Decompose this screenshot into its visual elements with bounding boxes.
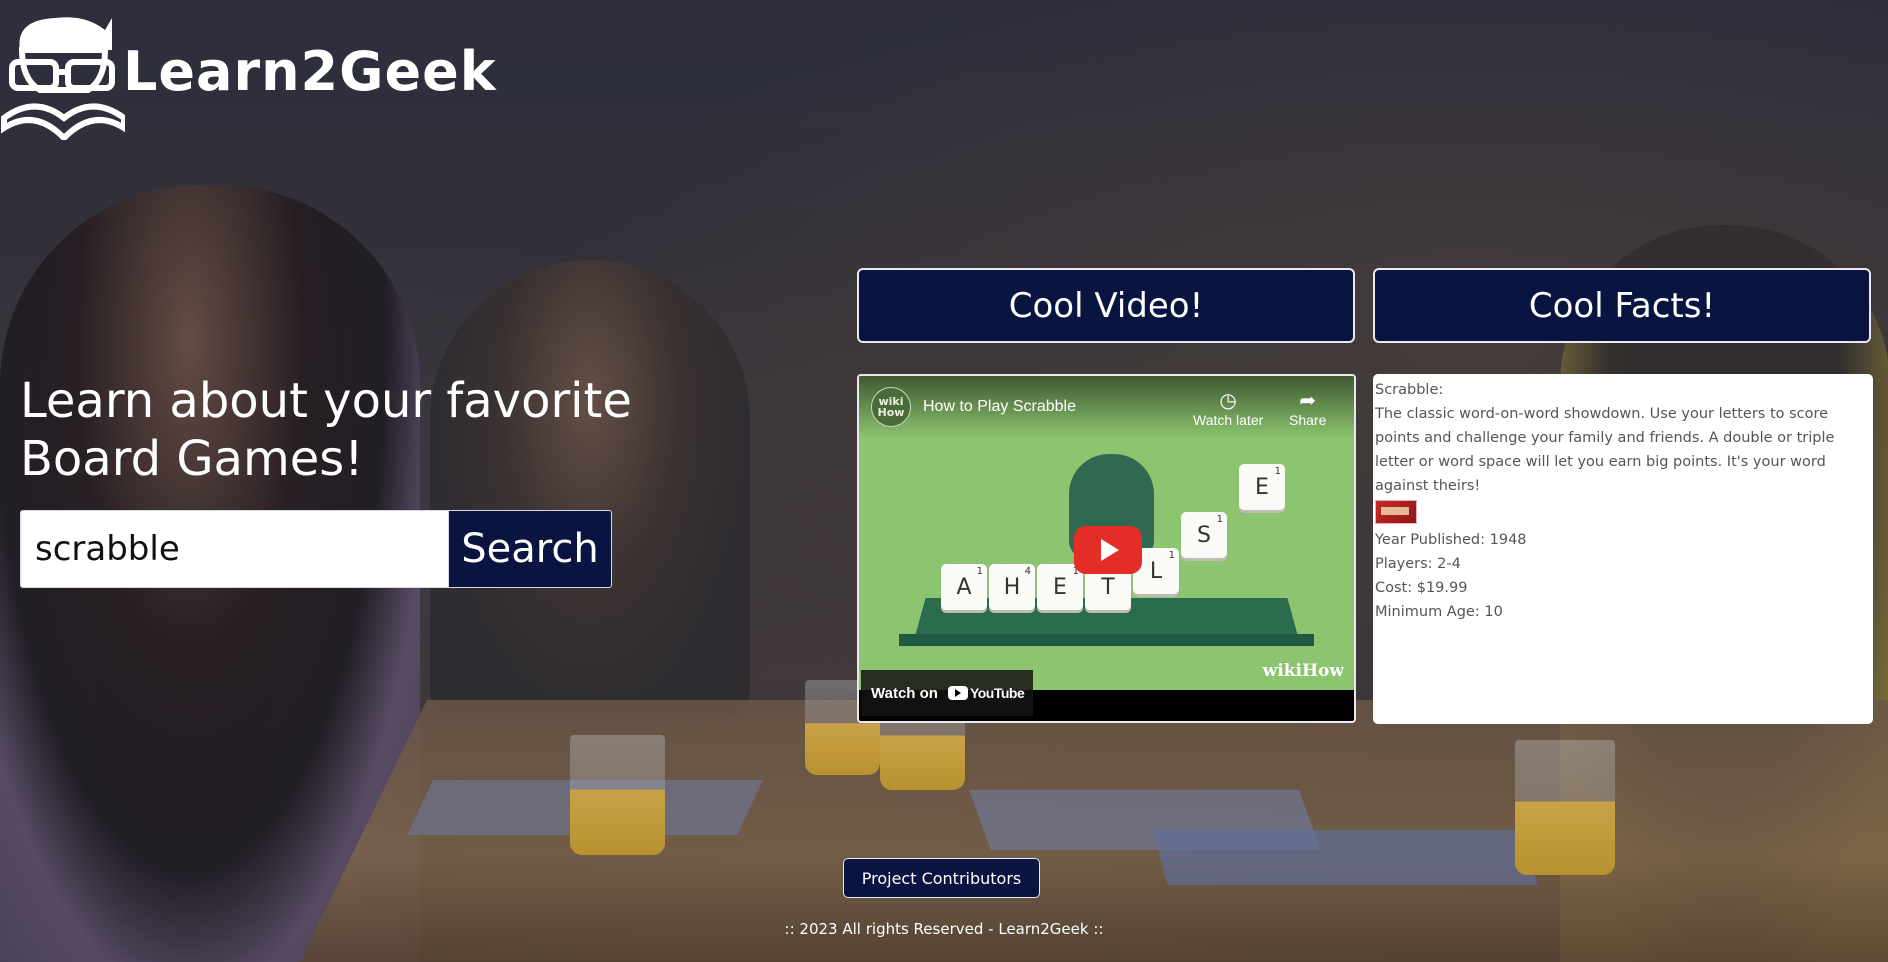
brand-name: Learn2Geek [123, 39, 497, 103]
background-game-board [1152, 830, 1538, 885]
youtube-logo-icon: YouTube [947, 685, 1025, 701]
tile-letter: T [1101, 574, 1115, 600]
share-label: Share [1289, 412, 1327, 428]
letter-tile: A1 [941, 564, 987, 610]
video-top-bar: wiki How How to Play Scrabble [859, 376, 1354, 438]
tile-rack-base [899, 634, 1314, 646]
tile-letter: E [1255, 474, 1269, 500]
tile-letter: E [1053, 574, 1067, 600]
play-icon [1101, 539, 1119, 561]
tile-score: 4 [1024, 566, 1031, 577]
wikihow-watermark: wikiHow [1262, 661, 1344, 681]
hero-title: Learn about your favorite Board Games! [20, 373, 632, 487]
letter-tile: E1 [1239, 464, 1285, 510]
play-button[interactable] [1074, 526, 1142, 574]
letter-tile: H4 [989, 564, 1035, 610]
project-contributors-button[interactable]: Project Contributors [843, 858, 1040, 898]
player-count: Players: 2-4 [1375, 556, 1461, 572]
site-logo[interactable]: Learn2Geek [0, 10, 497, 140]
youtube-embed[interactable]: A1 H4 E1 T1 L1 S1 E1 wikiHow wiki How Ho… [857, 374, 1356, 723]
tile-score: 1 [976, 566, 983, 577]
letter-tile: E1 [1037, 564, 1083, 610]
geek-reader-logo-icon [0, 17, 125, 140]
tile-letter: S [1197, 522, 1211, 548]
tile-letter: A [956, 574, 972, 600]
background-glass [570, 735, 665, 855]
search-input[interactable] [20, 510, 448, 588]
clock-icon: ◷ [1219, 390, 1237, 412]
facts-section-header: Cool Facts! [1373, 268, 1871, 343]
watch-later-button[interactable]: ◷ Watch later [1193, 388, 1263, 428]
video-section-header: Cool Video! [857, 268, 1355, 343]
tile-letter: L [1149, 558, 1163, 584]
letter-tile: S1 [1181, 512, 1227, 558]
search-button[interactable]: Search [448, 510, 612, 588]
tile-letter: H [1003, 574, 1021, 600]
game-name: Scrabble: [1375, 382, 1444, 398]
youtube-wordmark: YouTube [969, 685, 1025, 701]
background-glass [1515, 740, 1615, 875]
tile-score: 1 [1168, 550, 1175, 561]
watch-on-youtube-button[interactable]: Watch on YouTube [861, 670, 1033, 716]
watch-later-label: Watch later [1193, 412, 1264, 428]
tile-score: 1 [1274, 466, 1281, 477]
share-button[interactable]: ➦ Share [1289, 388, 1326, 428]
search-form: Search [20, 510, 612, 588]
game-cost: Cost: $19.99 [1375, 580, 1468, 596]
tile-score: 1 [1216, 514, 1223, 525]
game-box-thumbnail [1375, 500, 1417, 524]
video-title[interactable]: How to Play Scrabble [923, 398, 1076, 416]
year-published: Year Published: 1948 [1375, 532, 1527, 548]
background-person-middle [430, 260, 750, 720]
watch-on-label: Watch on [871, 684, 938, 702]
channel-avatar[interactable]: wiki How [871, 387, 911, 427]
minimum-age: Minimum Age: 10 [1375, 604, 1503, 620]
game-description: The classic word-on-word showdown. Use y… [1375, 406, 1835, 494]
facts-panel: Scrabble: The classic word-on-word showd… [1373, 374, 1873, 724]
share-arrow-icon: ➦ [1299, 390, 1317, 412]
copyright-footer: :: 2023 All rights Reserved - Learn2Geek… [784, 920, 1104, 938]
